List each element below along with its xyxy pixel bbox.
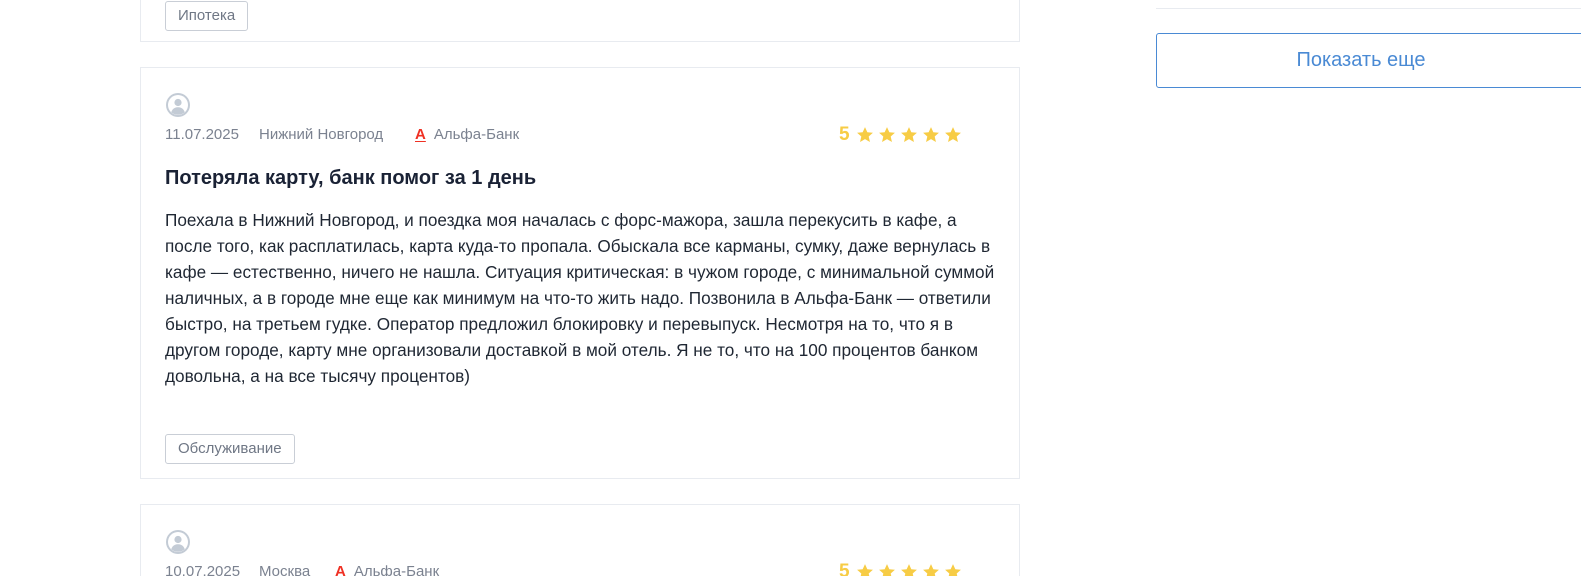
review-card: Ипотека xyxy=(140,0,1020,42)
bank-name: Альфа-Банк xyxy=(433,126,520,143)
review-bank[interactable]: А Альфа-Банк xyxy=(415,126,519,143)
review-meta: 11.07.2025 Нижний Новгород А Альфа-Банк … xyxy=(165,124,995,146)
star-icon xyxy=(878,127,895,143)
alfa-bank-logo-icon: А xyxy=(335,563,346,576)
review-tag[interactable]: Обслуживание xyxy=(165,434,295,464)
star-icon xyxy=(922,564,939,576)
review-date: 11.07.2025 xyxy=(165,126,239,143)
review-card: 11.07.2025 Нижний Новгород А Альфа-Банк … xyxy=(140,67,1020,479)
star-icon xyxy=(922,127,939,143)
star-icon xyxy=(878,564,895,576)
review-bank[interactable]: А Альфа-Банк xyxy=(335,563,439,576)
review-rating: 5 xyxy=(839,124,962,146)
star-icon xyxy=(900,564,917,576)
user-avatar-icon xyxy=(166,530,190,554)
review-card: 10.07.2025 Москва А Альфа-Банк 5 xyxy=(140,504,1020,576)
review-tag[interactable]: Ипотека xyxy=(165,1,249,31)
rating-value: 5 xyxy=(839,124,850,145)
user-avatar-icon xyxy=(166,93,190,117)
star-icon xyxy=(856,127,873,143)
sidebar-divider xyxy=(1156,8,1581,9)
review-body: Поехала в Нижний Новгород, и поездка моя… xyxy=(165,210,995,386)
bank-name: Альфа-Банк xyxy=(353,563,440,576)
review-city: Нижний Новгород xyxy=(259,126,384,143)
alfa-bank-logo-icon: А xyxy=(415,126,426,143)
star-icon xyxy=(944,564,961,576)
rating-value: 5 xyxy=(839,561,850,576)
review-title[interactable]: Потеряла карту, банк помог за 1 день xyxy=(165,167,536,190)
star-icon xyxy=(944,127,961,143)
show-more-button[interactable]: Показать еще xyxy=(1156,33,1581,88)
review-meta: 10.07.2025 Москва А Альфа-Банк 5 xyxy=(165,561,995,576)
review-city: Москва xyxy=(259,563,311,576)
review-date: 10.07.2025 xyxy=(165,563,241,576)
review-rating: 5 xyxy=(839,561,962,576)
star-icon xyxy=(856,564,873,576)
star-icon xyxy=(900,127,917,143)
